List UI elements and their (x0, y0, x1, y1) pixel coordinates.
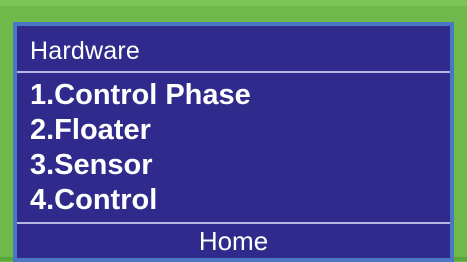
device-bezel: Hardware 1.Control Phase 2.Floater 3.Sen… (0, 0, 467, 262)
menu-item-sensor[interactable]: 3.Sensor (30, 148, 251, 183)
screen-title: Hardware (30, 37, 140, 65)
display-frame: Hardware 1.Control Phase 2.Floater 3.Sen… (13, 22, 454, 262)
menu-item-control[interactable]: 4.Control (30, 183, 251, 218)
home-button[interactable]: Home (17, 225, 450, 258)
footer-divider (17, 222, 450, 224)
lcd-screen: Hardware 1.Control Phase 2.Floater 3.Sen… (17, 26, 450, 258)
title-divider (17, 71, 450, 73)
menu-item-control-phase[interactable]: 1.Control Phase (30, 78, 251, 113)
menu-item-floater[interactable]: 2.Floater (30, 113, 251, 148)
hardware-menu: 1.Control Phase 2.Floater 3.Sensor 4.Con… (30, 78, 251, 218)
